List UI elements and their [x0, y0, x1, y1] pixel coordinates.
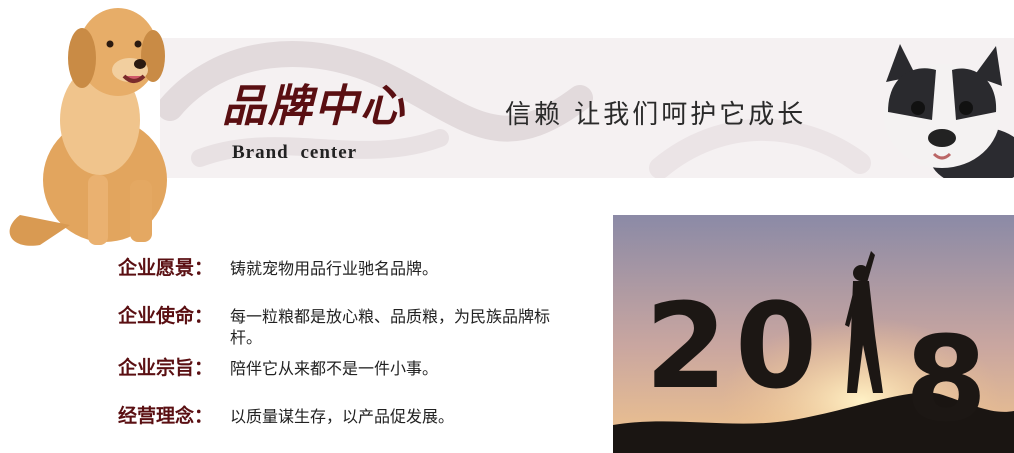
- vision-text: 铸就宠物用品行业驰名品牌。: [230, 259, 439, 278]
- philosophy-label: 经营理念：: [118, 405, 214, 427]
- mission-text: 每一粒粮都是放心粮、品质粮，为民族品牌标杆。: [230, 307, 551, 347]
- info-row-purpose: 企业宗旨： 陪伴它从来都不是一件小事。: [118, 356, 580, 380]
- poster-2018-image: 2 0 8: [613, 215, 1014, 453]
- info-row-philosophy: 经营理念： 以质量谋生存，以产品促发展。: [118, 404, 580, 428]
- poster-digit-0: 0: [735, 277, 817, 415]
- brand-center-title: 品牌中心: [222, 81, 406, 132]
- purpose-text: 陪伴它从来都不是一件小事。: [230, 359, 439, 378]
- poster-digit-8: 8: [905, 310, 987, 448]
- philosophy-text: 以质量谋生存，以产品促发展。: [230, 407, 455, 426]
- info-row-mission: 企业使命： 每一粒粮都是放心粮、品质粮，为民族品牌标杆。: [118, 304, 580, 348]
- purpose-label: 企业宗旨：: [118, 357, 214, 379]
- info-row-vision: 企业愿景： 铸就宠物用品行业驰名品牌。: [118, 256, 580, 280]
- french-bulldog-image: [884, 44, 1014, 178]
- golden-retriever-image: [9, 8, 167, 246]
- poster-digit-2: 2: [645, 277, 727, 415]
- vision-label: 企业愿景：: [118, 257, 214, 279]
- mission-label: 企业使命：: [118, 305, 214, 327]
- brand-center-subtitle: Brand center: [232, 142, 358, 163]
- brand-slogan: 信赖 让我们呵护它成长: [505, 100, 807, 130]
